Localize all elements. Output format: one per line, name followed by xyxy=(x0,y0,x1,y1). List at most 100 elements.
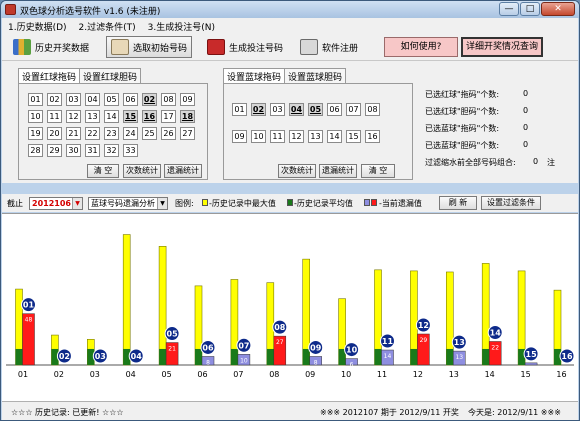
red-ball-4[interactable]: 04 xyxy=(85,93,100,106)
generate-bets-label: 生成投注号码 xyxy=(229,43,284,54)
red-ball-17[interactable]: 17 xyxy=(161,110,176,123)
red-ball-19[interactable]: 19 xyxy=(28,127,43,140)
blue-ball-9[interactable]: 09 xyxy=(232,130,247,143)
red-ball-23[interactable]: 23 xyxy=(104,127,119,140)
generate-bets-button[interactable]: 生成投注号码 xyxy=(202,36,288,58)
blue-ball-2[interactable]: 02 xyxy=(251,103,266,116)
blue-ball-14[interactable]: 14 xyxy=(327,130,342,143)
blue-clear-button[interactable]: 清 空 xyxy=(361,164,395,178)
red-ball-20[interactable]: 20 xyxy=(47,127,62,140)
red-ball-31[interactable]: 31 xyxy=(85,144,100,157)
blue-ball-16[interactable]: 16 xyxy=(365,130,380,143)
red-ball-6[interactable]: 06 xyxy=(123,93,138,106)
close-button[interactable]: ✕ xyxy=(541,2,575,16)
bar-value-05: 21 xyxy=(168,346,176,353)
bar-current-15 xyxy=(524,362,538,366)
red-ball-1[interactable]: 01 xyxy=(28,93,43,106)
bar-avg-05 xyxy=(159,348,167,365)
tab-red-drag[interactable]: 设置红球拖码 xyxy=(18,68,81,84)
bar-value-09: 8 xyxy=(314,359,318,366)
red-book-icon xyxy=(207,39,225,55)
tab-blue-gall[interactable]: 设置蓝球胆码 xyxy=(284,68,347,84)
red-omit-stats-button[interactable]: 遗漏统计 xyxy=(164,164,202,178)
red-ball-18[interactable]: 18 xyxy=(180,110,195,123)
red-ball-26[interactable]: 26 xyxy=(161,127,176,140)
red-ball-2[interactable]: 02 xyxy=(47,93,62,106)
chart-svg: 48 01 01 02 02 03 03 04 04 21 05 05 8 06 06 10 07 07 27 08 0… xyxy=(6,234,575,379)
tab-blue-drag[interactable]: 设置蓝球拖码 xyxy=(223,68,286,84)
period-select[interactable]: 2012106 ▼ xyxy=(29,197,83,210)
red-ball-27[interactable]: 27 xyxy=(180,127,195,140)
menu-filter[interactable]: 2.过滤条件(T) xyxy=(73,20,142,33)
red-ball-24[interactable]: 24 xyxy=(123,127,138,140)
tab-red-gall[interactable]: 设置红球胆码 xyxy=(79,68,142,84)
x-tick-label-11: 11 xyxy=(377,370,387,379)
red-ball-8[interactable]: 08 xyxy=(161,93,176,106)
red-ball-5[interactable]: 05 xyxy=(104,93,119,106)
x-tick-label-16: 16 xyxy=(556,370,566,379)
set-filter-button[interactable]: 设置过滤条件 xyxy=(481,196,541,210)
analysis-type-select[interactable]: 蓝球号码遗漏分析 ▼ xyxy=(88,197,168,210)
red-ball-14[interactable]: 14 xyxy=(104,110,119,123)
draw-detail-button[interactable]: 详细开奖情况查询 xyxy=(461,37,543,57)
minimize-button[interactable]: — xyxy=(499,2,519,16)
red-ball-30[interactable]: 30 xyxy=(66,144,81,157)
red-ball-21[interactable]: 21 xyxy=(66,127,81,140)
maximize-button[interactable]: □ xyxy=(520,2,540,16)
red-ball-32[interactable]: 32 xyxy=(104,144,119,157)
blue-ball-4[interactable]: 04 xyxy=(289,103,304,116)
red-ball-33[interactable]: 33 xyxy=(123,144,138,157)
blue-ball-13[interactable]: 13 xyxy=(308,130,323,143)
hand-pick-icon xyxy=(111,39,129,55)
red-ball-11[interactable]: 11 xyxy=(47,110,62,123)
blue-ball-12[interactable]: 12 xyxy=(289,130,304,143)
x-tick-label-02: 02 xyxy=(54,370,64,379)
red-clear-button[interactable]: 清 空 xyxy=(87,164,119,178)
blue-ball-7[interactable]: 07 xyxy=(346,103,361,116)
red-ball-13[interactable]: 13 xyxy=(85,110,100,123)
ball-number-03: 03 xyxy=(95,352,106,361)
blue-ball-5[interactable]: 05 xyxy=(308,103,323,116)
red-ball-10[interactable]: 10 xyxy=(28,110,43,123)
pick-numbers-button[interactable]: 选取初始号码 xyxy=(106,36,193,58)
x-tick-label-10: 10 xyxy=(341,370,351,379)
blue-ball-1[interactable]: 01 xyxy=(232,103,247,116)
red-ball-28[interactable]: 28 xyxy=(28,144,43,157)
blue-ball-10[interactable]: 10 xyxy=(251,130,266,143)
ball-number-02: 02 xyxy=(59,352,70,361)
red-ball-25[interactable]: 25 xyxy=(142,127,157,140)
blue-number-grid: 01 02 03 04 05 06 07 08 09 10 11 12 13 14 15 16 xyxy=(232,103,380,143)
blue-count-stats-button[interactable]: 次数统计 xyxy=(278,164,316,178)
register-button[interactable]: 软件注册 xyxy=(295,36,363,58)
bar-value-14: 22 xyxy=(491,344,499,351)
menu-history[interactable]: 1.历史数据(D) xyxy=(2,20,73,33)
red-ball-22[interactable]: 22 xyxy=(85,127,100,140)
bar-avg-07 xyxy=(230,348,238,365)
blue-ball-6[interactable]: 06 xyxy=(327,103,342,116)
legend-cur-swatch-red xyxy=(371,199,377,206)
red-ball-29[interactable]: 29 xyxy=(47,144,62,157)
blue-omit-stats-button[interactable]: 遗漏统计 xyxy=(319,164,357,178)
red-ball-12[interactable]: 12 xyxy=(66,110,81,123)
red-ball-9[interactable]: 09 xyxy=(180,93,195,106)
blue-ball-11[interactable]: 11 xyxy=(270,130,285,143)
red-ball-15[interactable]: 15 xyxy=(123,110,138,123)
blue-ball-15[interactable]: 15 xyxy=(346,130,361,143)
ball-number-15: 15 xyxy=(526,350,538,359)
how-to-use-button[interactable]: 如何使用? xyxy=(384,37,458,57)
app-window: 双色球分析选号软件 v1.6 (未注册) — □ ✕ 1.历史数据(D) 2.过… xyxy=(0,0,580,421)
red-ball-16[interactable]: 16 xyxy=(142,110,157,123)
blue-ball-8[interactable]: 08 xyxy=(365,103,380,116)
refresh-button[interactable]: 刷 新 xyxy=(439,196,477,210)
toolbar: 历史开奖数据 选取初始号码 生成投注号码 软件注册 如何使用? 详细开奖情况查询 xyxy=(2,34,578,61)
history-data-button[interactable]: 历史开奖数据 xyxy=(8,36,94,58)
menu-generate[interactable]: 3.生成投注号(N) xyxy=(142,20,221,33)
stat-total-combos: 过滤缩水前全部号码组合: 0 注 xyxy=(425,157,555,167)
history-data-label: 历史开奖数据 xyxy=(35,43,90,54)
bar-avg-08 xyxy=(266,348,274,365)
red-ball-3[interactable]: 03 xyxy=(66,93,81,106)
red-ball-7[interactable]: 02 xyxy=(142,93,157,106)
red-count-stats-button[interactable]: 次数统计 xyxy=(123,164,161,178)
blue-ball-3[interactable]: 03 xyxy=(270,103,285,116)
app-icon xyxy=(5,4,16,15)
